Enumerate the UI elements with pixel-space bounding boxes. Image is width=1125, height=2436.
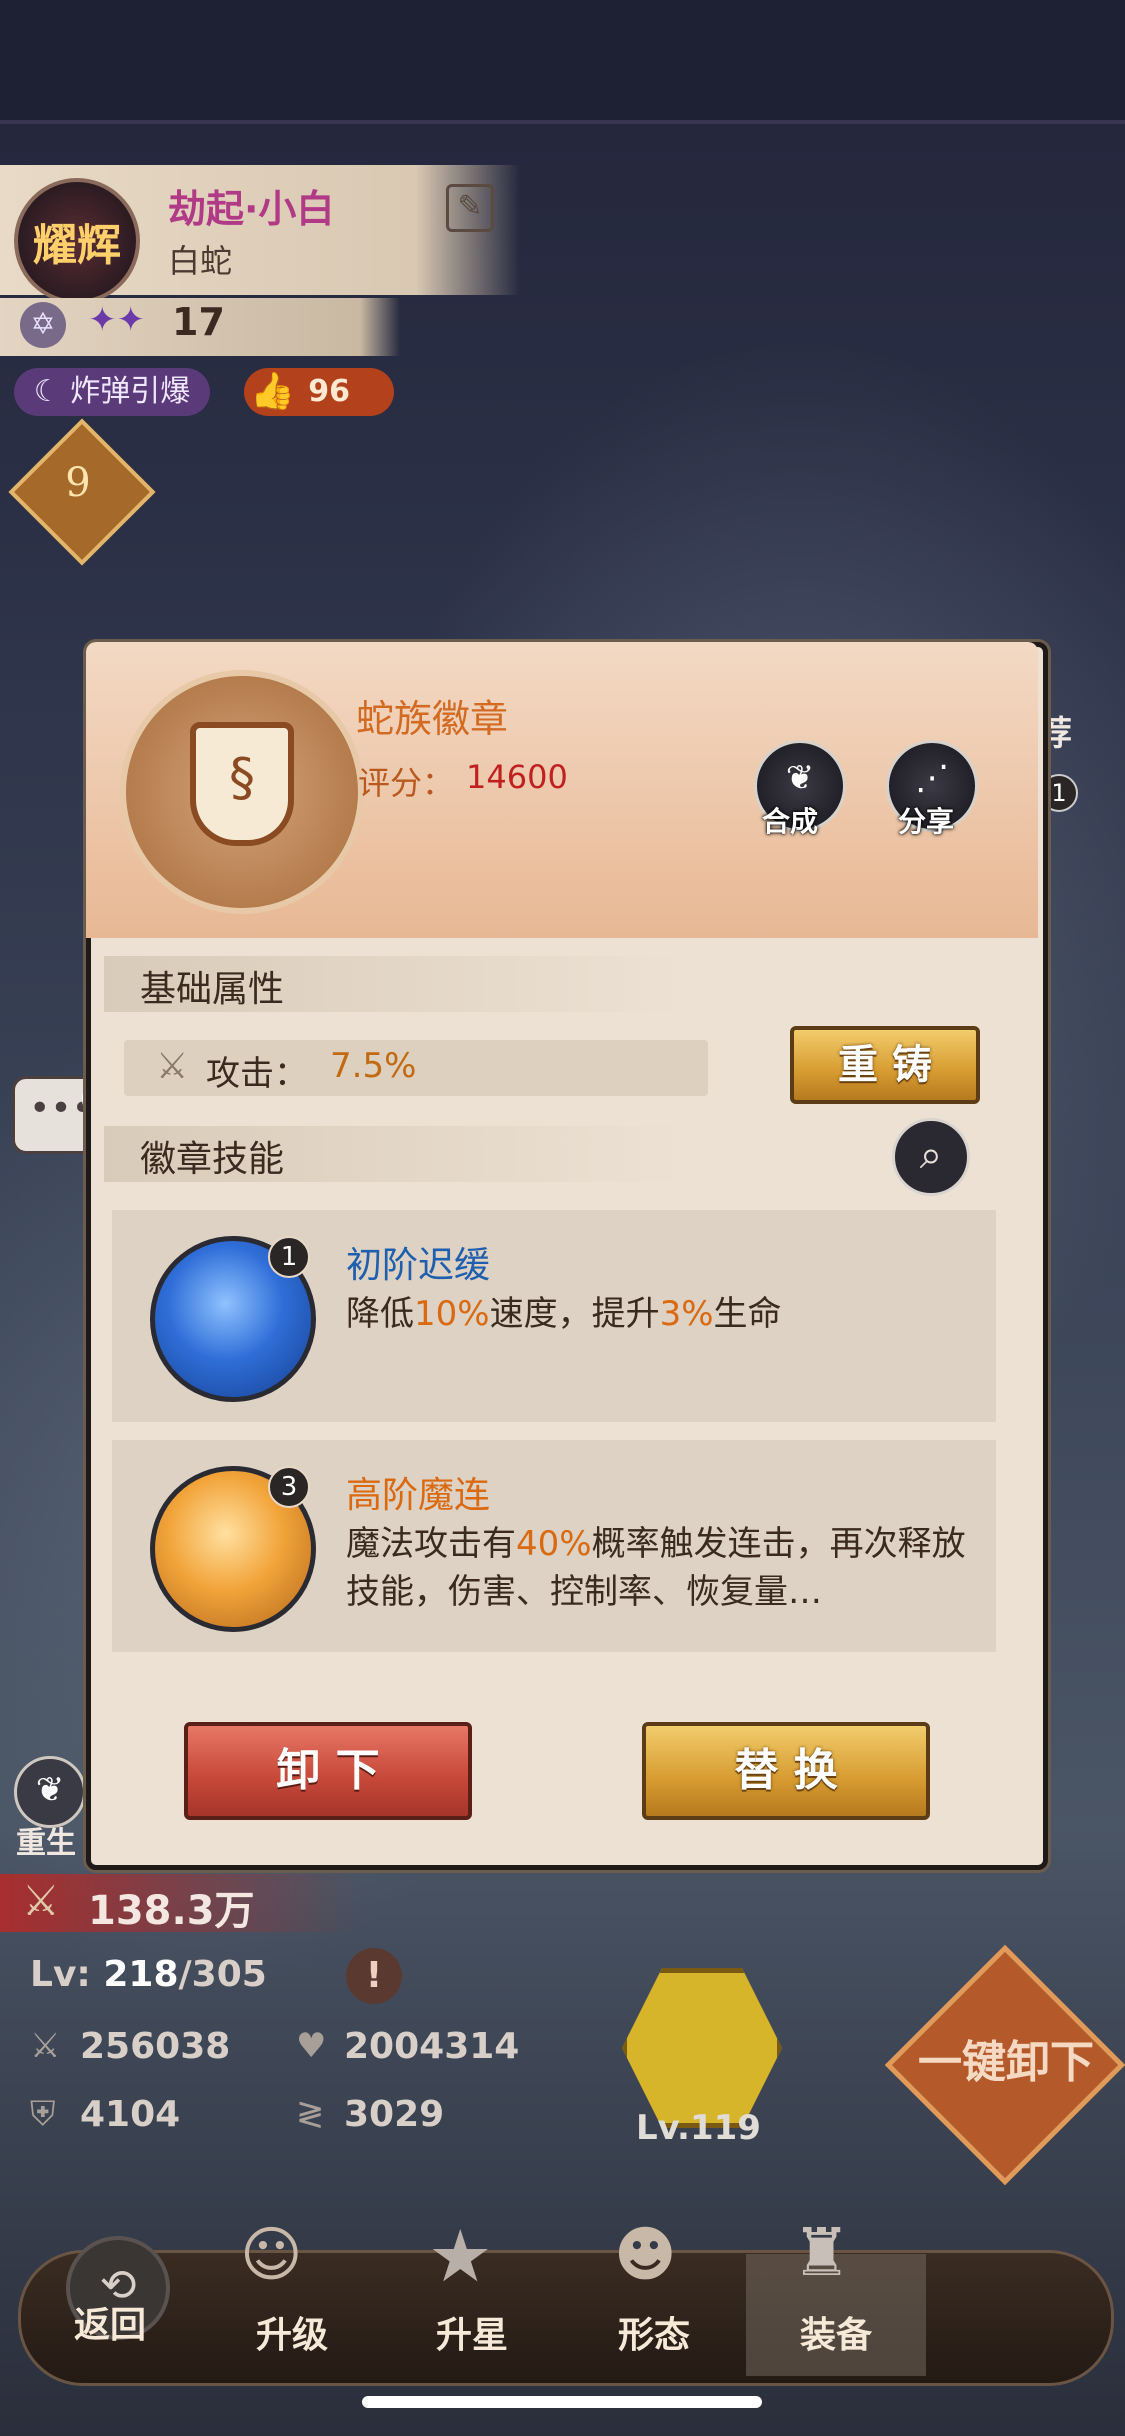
nav-star-up[interactable]: 升星	[402, 2306, 542, 2358]
equipped-item-level: Lv.119	[636, 2108, 761, 2148]
desc-text: 降低	[346, 1294, 414, 1334]
hero-level: Lv: 218/305	[30, 1954, 267, 1995]
defense-stat: 4104	[80, 2094, 181, 2135]
skill-count: 3	[268, 1466, 310, 1508]
star-count: 17	[172, 300, 225, 344]
hp-stat: 2004314	[344, 2026, 520, 2067]
share-icon: ⋰	[915, 758, 949, 798]
top-banner	[0, 0, 1125, 124]
heart-icon: ♥	[296, 2026, 327, 2066]
unequip-all-label: 一键卸下	[918, 2037, 1094, 2088]
power-value: 138.3万	[88, 1888, 255, 1934]
sword-power-icon: ⚔	[22, 1876, 60, 1925]
magnifier-icon[interactable]: ⌕	[892, 1118, 970, 1196]
speed-stat: 3029	[344, 2094, 445, 2135]
bottom-nav	[18, 2250, 1114, 2386]
form-icon: ☻	[614, 2220, 677, 2290]
desc-highlight: 10%	[414, 1294, 490, 1334]
hexagram-icon: ✡	[20, 302, 66, 348]
hero-tag-label: 炸弹引爆	[70, 374, 191, 409]
boot-icon: ≷	[296, 2094, 325, 2134]
star-icon: ✦✦	[88, 300, 145, 340]
info-icon[interactable]: !	[346, 1948, 402, 2004]
hero-subtitle: 白蛇	[168, 242, 233, 280]
leaf-icon: ❦	[785, 758, 815, 798]
skill-description: 降低10%速度，提升3%生命	[346, 1290, 966, 1338]
hero-name: 劫起·小白	[168, 187, 335, 231]
lv-value: 218	[103, 1954, 179, 1995]
nav-form[interactable]: 形态	[584, 2306, 724, 2358]
skill-count: 1	[268, 1236, 310, 1278]
hero-avatar[interactable]: 耀辉	[14, 178, 140, 304]
unequip-button[interactable]: 卸 下	[184, 1722, 472, 1820]
attack-value: 7.5%	[330, 1046, 417, 1086]
sword-icon: ⚔	[156, 1046, 189, 1087]
basic-attributes-title: 基础属性	[140, 969, 285, 1010]
score-value: 14600	[466, 758, 568, 796]
skill-name: 高阶魔连	[346, 1475, 491, 1516]
replace-button[interactable]: 替 换	[642, 1722, 930, 1820]
skill-name: 初阶迟缓	[346, 1245, 491, 1286]
desc-text: 速度，提升	[489, 1294, 660, 1334]
desc-highlight: 40%	[516, 1524, 592, 1564]
equipment-icon: ♜	[792, 2214, 852, 2291]
snake-badge-icon: §	[190, 722, 294, 846]
recast-button[interactable]: 重 铸	[790, 1026, 980, 1104]
upgrade-icon: ☺	[240, 2220, 303, 2290]
attack-stat: 256038	[80, 2026, 231, 2067]
lv-label: Lv:	[30, 1954, 91, 1995]
star-up-icon: ★	[428, 2214, 493, 2298]
nav-back[interactable]: 返回	[40, 2296, 180, 2348]
attack-icon: ⚔	[30, 2026, 61, 2066]
desc-highlight: 3%	[659, 1294, 714, 1334]
like-count: 96	[308, 374, 350, 409]
badge-skills-title: 徽章技能	[140, 1139, 285, 1180]
lv-max: /305	[178, 1954, 267, 1995]
rebirth-label: 重生	[16, 1826, 76, 1861]
skill-description: 魔法攻击有40%概率触发连击，再次释放技能，伤害、控制率、恢复量…	[346, 1520, 966, 1616]
attack-label: 攻击：	[206, 1054, 308, 1094]
desc-text: 生命	[713, 1294, 782, 1334]
home-indicator	[362, 2396, 762, 2408]
item-name: 蛇族徽章	[356, 697, 509, 741]
shield-icon: ⛨	[30, 2094, 56, 2134]
desc-text: 魔法攻击有	[346, 1524, 516, 1564]
share-label: 分享	[898, 805, 955, 838]
edit-icon[interactable]: ✎	[446, 184, 494, 232]
thumbs-up-icon: 👍	[250, 371, 295, 412]
hero-tag[interactable]: ☾ 炸弹引爆	[14, 368, 210, 416]
score-label: 评分：	[358, 764, 455, 802]
level-badge-number: 9	[65, 460, 91, 506]
synthesize-label: 合成	[762, 805, 819, 838]
nav-equipment[interactable]: 装备	[766, 2306, 906, 2358]
moon-icon: ☾	[33, 374, 71, 409]
nav-upgrade[interactable]: 升级	[222, 2306, 362, 2358]
